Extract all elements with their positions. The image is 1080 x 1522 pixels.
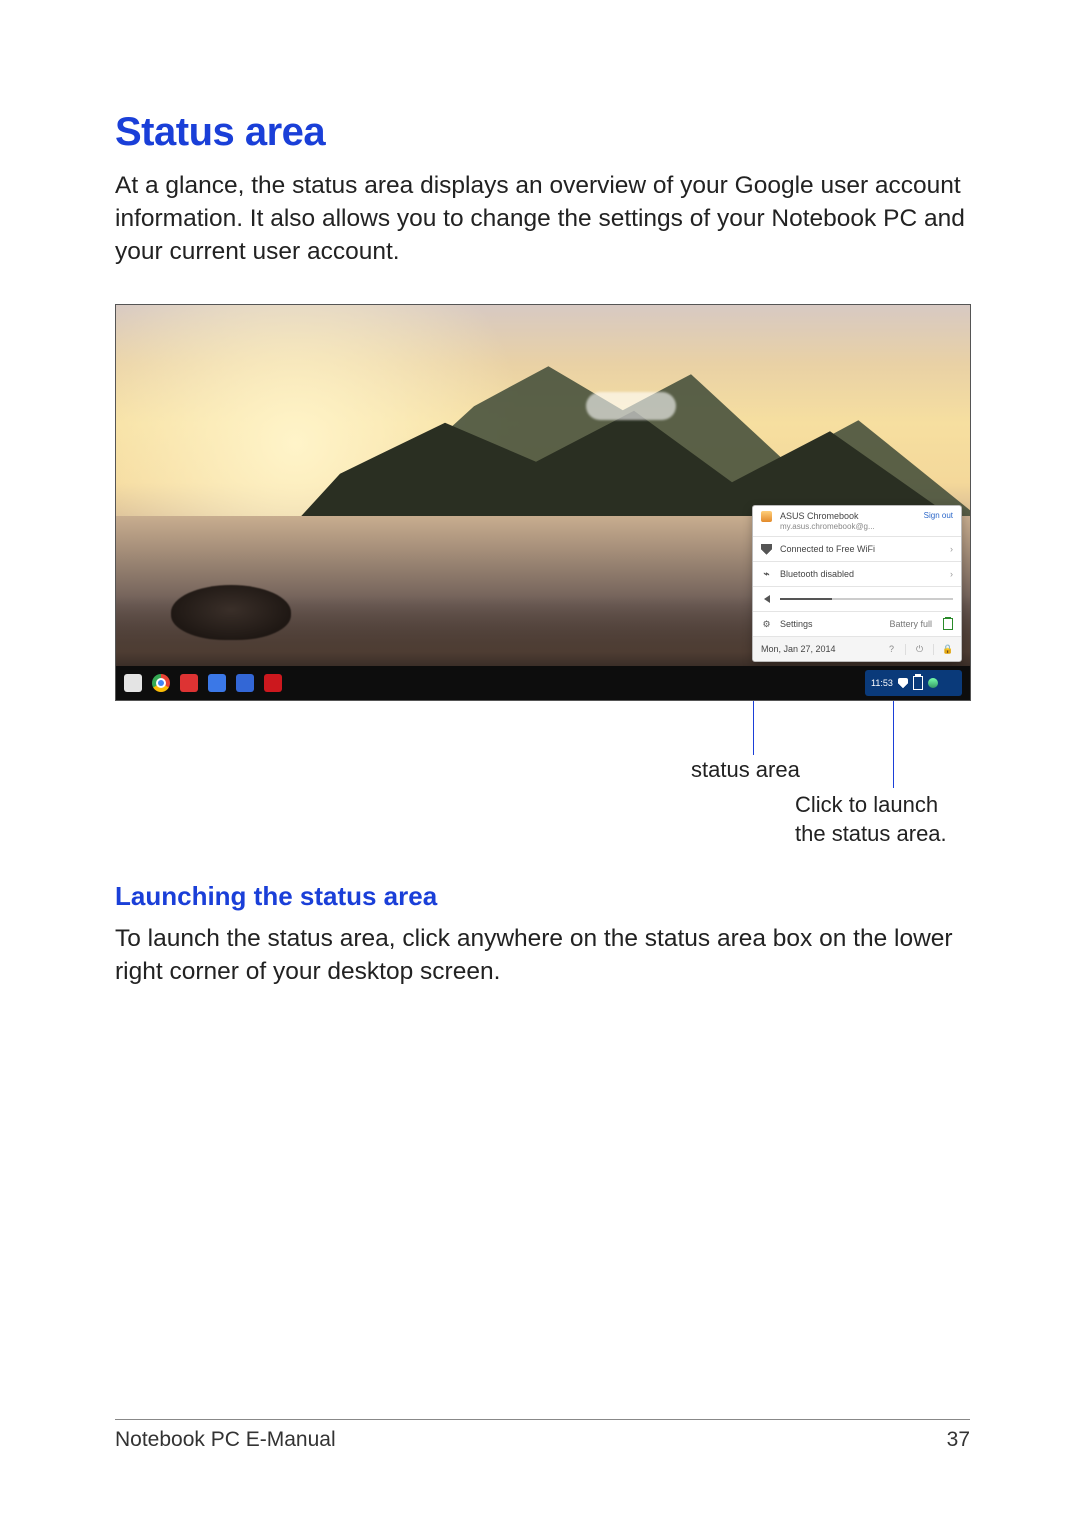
battery-icon xyxy=(943,618,953,630)
power-icon[interactable]: ⏻ xyxy=(905,644,925,655)
apps-launcher-icon[interactable] xyxy=(124,674,142,692)
footer-manual-name: Notebook PC E-Manual xyxy=(115,1428,336,1452)
wifi-icon xyxy=(761,544,772,555)
callout-click-launch: Click to launch the status area. xyxy=(795,791,947,848)
account-email: my.asus.chromebook@g... xyxy=(780,522,875,532)
section-title: Status area xyxy=(115,110,970,155)
chevron-right-icon: › xyxy=(950,569,953,579)
gear-icon: ⚙ xyxy=(761,619,772,630)
panel-footer-row: Mon, Jan 27, 2014 ? ⏻ 🔒 xyxy=(753,637,961,661)
tray-time: 11:53 xyxy=(871,678,893,688)
callout-line xyxy=(893,701,894,788)
user-avatar-icon xyxy=(761,511,772,522)
bluetooth-icon: ⌁ xyxy=(761,569,772,580)
battery-label: Battery full xyxy=(889,619,932,629)
tray-user-icon xyxy=(928,678,938,688)
account-name: ASUS Chromebook xyxy=(780,511,875,522)
footer-page-number: 37 xyxy=(947,1428,970,1452)
taskbar: 11:53 xyxy=(116,666,970,700)
volume-icon xyxy=(761,594,772,605)
google-search-icon[interactable] xyxy=(208,674,226,692)
panel-volume-row[interactable] xyxy=(753,587,961,612)
intro-paragraph: At a glance, the status area displays an… xyxy=(115,169,970,268)
panel-wifi-row[interactable]: Connected to Free WiFi › xyxy=(753,537,961,562)
status-panel[interactable]: ASUS Chromebook my.asus.chromebook@g... … xyxy=(752,505,962,662)
lock-icon[interactable]: 🔒 xyxy=(933,644,953,655)
page-footer: Notebook PC E-Manual 37 xyxy=(115,1419,970,1452)
chevron-right-icon: › xyxy=(950,544,953,554)
callout-line xyxy=(753,701,754,755)
desktop-screenshot: ASUS Chromebook my.asus.chromebook@g... … xyxy=(115,304,971,701)
panel-date: Mon, Jan 27, 2014 xyxy=(761,644,878,654)
panel-bluetooth-row[interactable]: ⌁ Bluetooth disabled › xyxy=(753,562,961,587)
settings-label: Settings xyxy=(780,619,881,629)
subsection-title: Launching the status area xyxy=(115,881,970,912)
tray-wifi-icon xyxy=(898,678,908,688)
subsection-body: To launch the status area, click anywher… xyxy=(115,922,970,988)
sign-out-link[interactable]: Sign out xyxy=(924,511,953,520)
panel-account-row[interactable]: ASUS Chromebook my.asus.chromebook@g... … xyxy=(753,506,961,537)
docs-icon[interactable] xyxy=(236,674,254,692)
gmail-icon[interactable] xyxy=(180,674,198,692)
tray-battery-icon xyxy=(913,676,923,690)
callout-status-area: status area xyxy=(691,757,800,783)
volume-slider[interactable] xyxy=(780,598,953,600)
chrome-icon[interactable] xyxy=(152,674,170,692)
bluetooth-label: Bluetooth disabled xyxy=(780,569,942,579)
wallpaper: ASUS Chromebook my.asus.chromebook@g... … xyxy=(115,304,971,701)
help-icon[interactable]: ? xyxy=(886,644,897,655)
status-tray[interactable]: 11:53 xyxy=(865,670,962,696)
panel-settings-row[interactable]: ⚙ Settings Battery full xyxy=(753,612,961,637)
wifi-label: Connected to Free WiFi xyxy=(780,544,942,554)
youtube-icon[interactable] xyxy=(264,674,282,692)
